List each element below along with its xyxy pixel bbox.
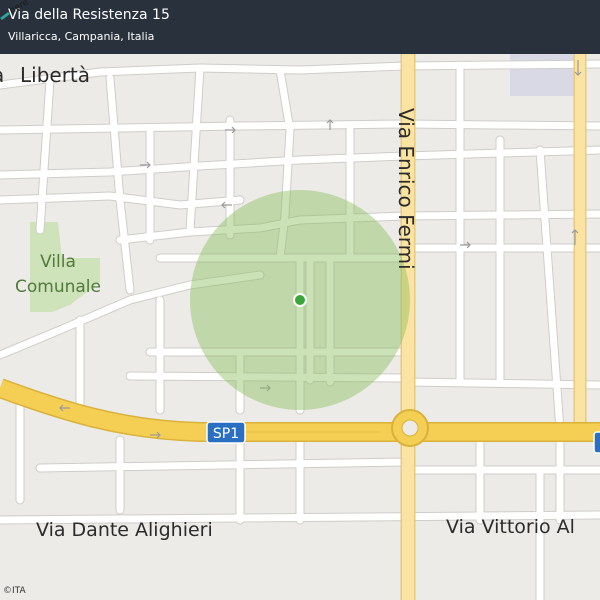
building-block	[510, 48, 576, 96]
sp1-shield-label: SP1	[213, 426, 239, 442]
street-label-enrico-fermi: Via Enrico Fermi	[394, 108, 418, 270]
address-locality: Villaricca, Campania, Italia	[8, 30, 155, 43]
street-label-liberta: Libertà	[20, 63, 90, 87]
park-label-line2: Comunale	[15, 277, 101, 297]
street-label-dante-alighieri: Via Dante Alighieri	[36, 519, 213, 541]
street-label-vittorio: Via Vittorio Al	[446, 516, 575, 538]
roundabout	[391, 409, 429, 447]
here-logo-text: here	[8, 0, 31, 16]
sp1-road-shield: SP1	[206, 421, 246, 444]
map-canvas[interactable]: SP1 a Libertà Via Enrico Fermi Via Dante…	[0, 0, 600, 600]
shield-edge	[593, 431, 600, 454]
location-marker[interactable]	[293, 293, 307, 307]
park-label-line1: Villa	[40, 252, 76, 272]
here-logo: here	[0, 0, 31, 20]
map-view[interactable]: SP1 a Libertà Via Enrico Fermi Via Dante…	[0, 0, 600, 600]
address-header: Via della Resistenza 15 Villaricca, Camp…	[0, 0, 600, 54]
label-dash: a	[0, 63, 4, 87]
map-copyright: ©ITA	[3, 586, 26, 596]
